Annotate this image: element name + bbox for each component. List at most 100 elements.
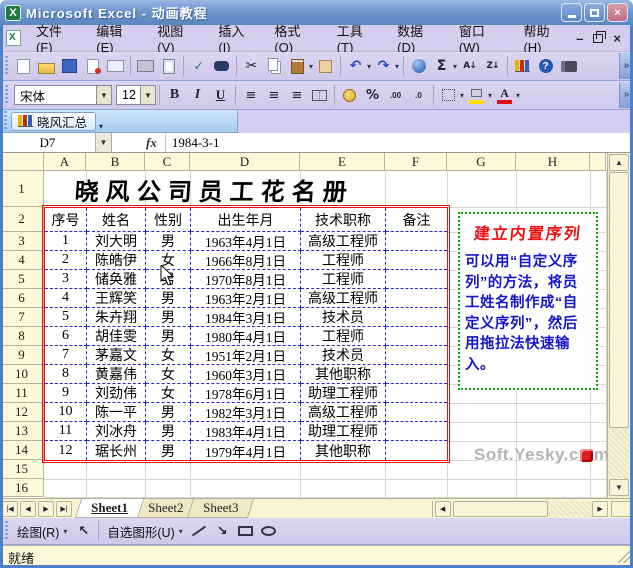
percent-button[interactable]: %: [361, 85, 384, 106]
maximize-button[interactable]: [584, 3, 605, 22]
table-cell[interactable]: 1970年8月1日: [191, 270, 301, 289]
dropdown-arrow-icon[interactable]: ▾: [367, 62, 371, 71]
row-header-5[interactable]: 5: [0, 270, 44, 289]
table-cell[interactable]: [386, 308, 447, 327]
font-size-select[interactable]: 12▼: [116, 85, 156, 105]
row-header-6[interactable]: 6: [0, 289, 44, 308]
table-cell[interactable]: 高级工程师: [301, 289, 386, 308]
row-header-10[interactable]: 10: [0, 365, 44, 384]
dropdown-arrow-icon[interactable]: ▾: [453, 62, 457, 71]
row-header-13[interactable]: 13: [0, 422, 44, 441]
table-cell[interactable]: 陈皓伊: [87, 251, 146, 270]
table-cell[interactable]: 9: [45, 384, 87, 403]
increase-decimal-button[interactable]: .00: [384, 85, 407, 106]
table-cell[interactable]: [386, 403, 447, 422]
horizontal-scroll-track[interactable]: [548, 501, 592, 517]
table-cell[interactable]: 5: [45, 308, 87, 327]
spelling-check-button[interactable]: ✓: [187, 56, 210, 77]
table-cell[interactable]: 男: [146, 327, 191, 346]
save-button[interactable]: [58, 56, 81, 77]
cut-button[interactable]: ✂: [240, 56, 263, 77]
table-cell[interactable]: 技术员: [301, 346, 386, 365]
vertical-scroll-thumb[interactable]: [609, 172, 629, 428]
table-cell[interactable]: 6: [45, 327, 87, 346]
sheet-title-cell[interactable]: 晓风公司员工花名册: [43, 171, 387, 207]
table-cell[interactable]: 1982年3月1日: [191, 403, 301, 422]
sheet-tab-sheet3[interactable]: Sheet3: [187, 499, 255, 518]
line-button[interactable]: [188, 521, 211, 542]
table-cell[interactable]: 男: [146, 308, 191, 327]
divider[interactable]: [432, 501, 433, 517]
table-cell[interactable]: [386, 422, 447, 441]
merge-and-center-button[interactable]: [308, 85, 331, 106]
dropdown-arrow-icon[interactable]: ▾: [488, 91, 492, 100]
autoshapes-menu-button[interactable]: 自选图形(U)▾: [102, 520, 187, 543]
vertical-scrollbar[interactable]: ▲ ▼: [607, 153, 629, 498]
research-button[interactable]: [210, 56, 233, 77]
close-button[interactable]: ×: [607, 3, 628, 22]
row-header-7[interactable]: 7: [0, 308, 44, 327]
table-cell[interactable]: [386, 289, 447, 308]
rectangle-button[interactable]: [234, 521, 257, 542]
bold-button[interactable]: B: [163, 85, 186, 106]
draw-menu-button[interactable]: 绘图(R)▾: [12, 520, 72, 543]
italic-button[interactable]: I: [186, 85, 209, 106]
row-header-15[interactable]: 15: [0, 460, 44, 479]
table-cell[interactable]: [386, 365, 447, 384]
table-cell[interactable]: 男: [146, 422, 191, 441]
table-cell[interactable]: [386, 232, 447, 251]
dropdown-arrow-icon[interactable]: ▾: [309, 62, 313, 71]
row-header-11[interactable]: 11: [0, 384, 44, 403]
format-painter-button[interactable]: [314, 56, 337, 77]
dropdown-arrow-icon[interactable]: ▾: [460, 91, 464, 100]
table-cell[interactable]: 4: [45, 289, 87, 308]
table-cell[interactable]: [386, 270, 447, 289]
table-cell[interactable]: 刘大明: [87, 232, 146, 251]
table-cell[interactable]: 1963年2月1日: [191, 289, 301, 308]
underline-button[interactable]: U: [209, 85, 232, 106]
toolbar-grip[interactable]: [4, 111, 7, 131]
table-cell[interactable]: 女: [146, 346, 191, 365]
table-cell[interactable]: 1984年3月1日: [191, 308, 301, 327]
workbook-minimize-button[interactable]: –: [576, 32, 583, 45]
row-header-16[interactable]: 16: [0, 479, 44, 497]
table-cell[interactable]: 其他职称: [301, 365, 386, 384]
table-cell[interactable]: 1951年2月1日: [191, 346, 301, 365]
row-header-4[interactable]: 4: [0, 251, 44, 270]
font-name-select[interactable]: 宋体▼: [14, 85, 112, 105]
tab-nav-first-button[interactable]: |◀: [2, 501, 18, 517]
table-cell[interactable]: 1978年6月1日: [191, 384, 301, 403]
name-box-dropdown[interactable]: ▼: [96, 133, 112, 152]
table-header-cell[interactable]: 技术职称: [301, 208, 386, 232]
toolbar-options-chevron[interactable]: ▾: [99, 122, 103, 132]
table-cell[interactable]: 女: [146, 384, 191, 403]
table-cell[interactable]: 1966年8月1日: [191, 251, 301, 270]
table-cell[interactable]: 3: [45, 270, 87, 289]
table-header-cell[interactable]: 序号: [45, 208, 87, 232]
table-cell[interactable]: 工程师: [301, 327, 386, 346]
table-cell[interactable]: 男: [146, 403, 191, 422]
align-right-button[interactable]: ≡: [285, 85, 308, 106]
borders-button[interactable]: ▾: [437, 85, 465, 106]
column-header-B[interactable]: B: [86, 153, 145, 171]
name-box[interactable]: D7: [0, 133, 96, 152]
text-box-button[interactable]: [280, 521, 303, 542]
row-header-9[interactable]: 9: [0, 346, 44, 365]
help-button[interactable]: ?: [534, 56, 557, 77]
employee-table[interactable]: 序号姓名性别出生年月技术职称备注1刘大明男1963年4月1日高级工程师2陈皓伊女…: [44, 207, 448, 461]
table-cell[interactable]: [386, 346, 447, 365]
scroll-up-button[interactable]: ▲: [609, 154, 629, 171]
resize-grip[interactable]: [616, 549, 630, 563]
table-cell[interactable]: 助理工程师: [301, 422, 386, 441]
table-cell[interactable]: 陈一平: [87, 403, 146, 422]
scroll-down-button[interactable]: ▼: [609, 479, 629, 496]
row-header-14[interactable]: 14: [0, 441, 44, 460]
copy-button[interactable]: [263, 56, 286, 77]
column-header-G[interactable]: G: [447, 153, 516, 171]
tab-nav-previous-button[interactable]: ◀: [20, 501, 36, 517]
table-cell[interactable]: 王辉笑: [87, 289, 146, 308]
align-center-button[interactable]: ≡: [262, 85, 285, 106]
table-cell[interactable]: 10: [45, 403, 87, 422]
table-cell[interactable]: 11: [45, 422, 87, 441]
undo-button[interactable]: ↶▾: [344, 56, 372, 77]
